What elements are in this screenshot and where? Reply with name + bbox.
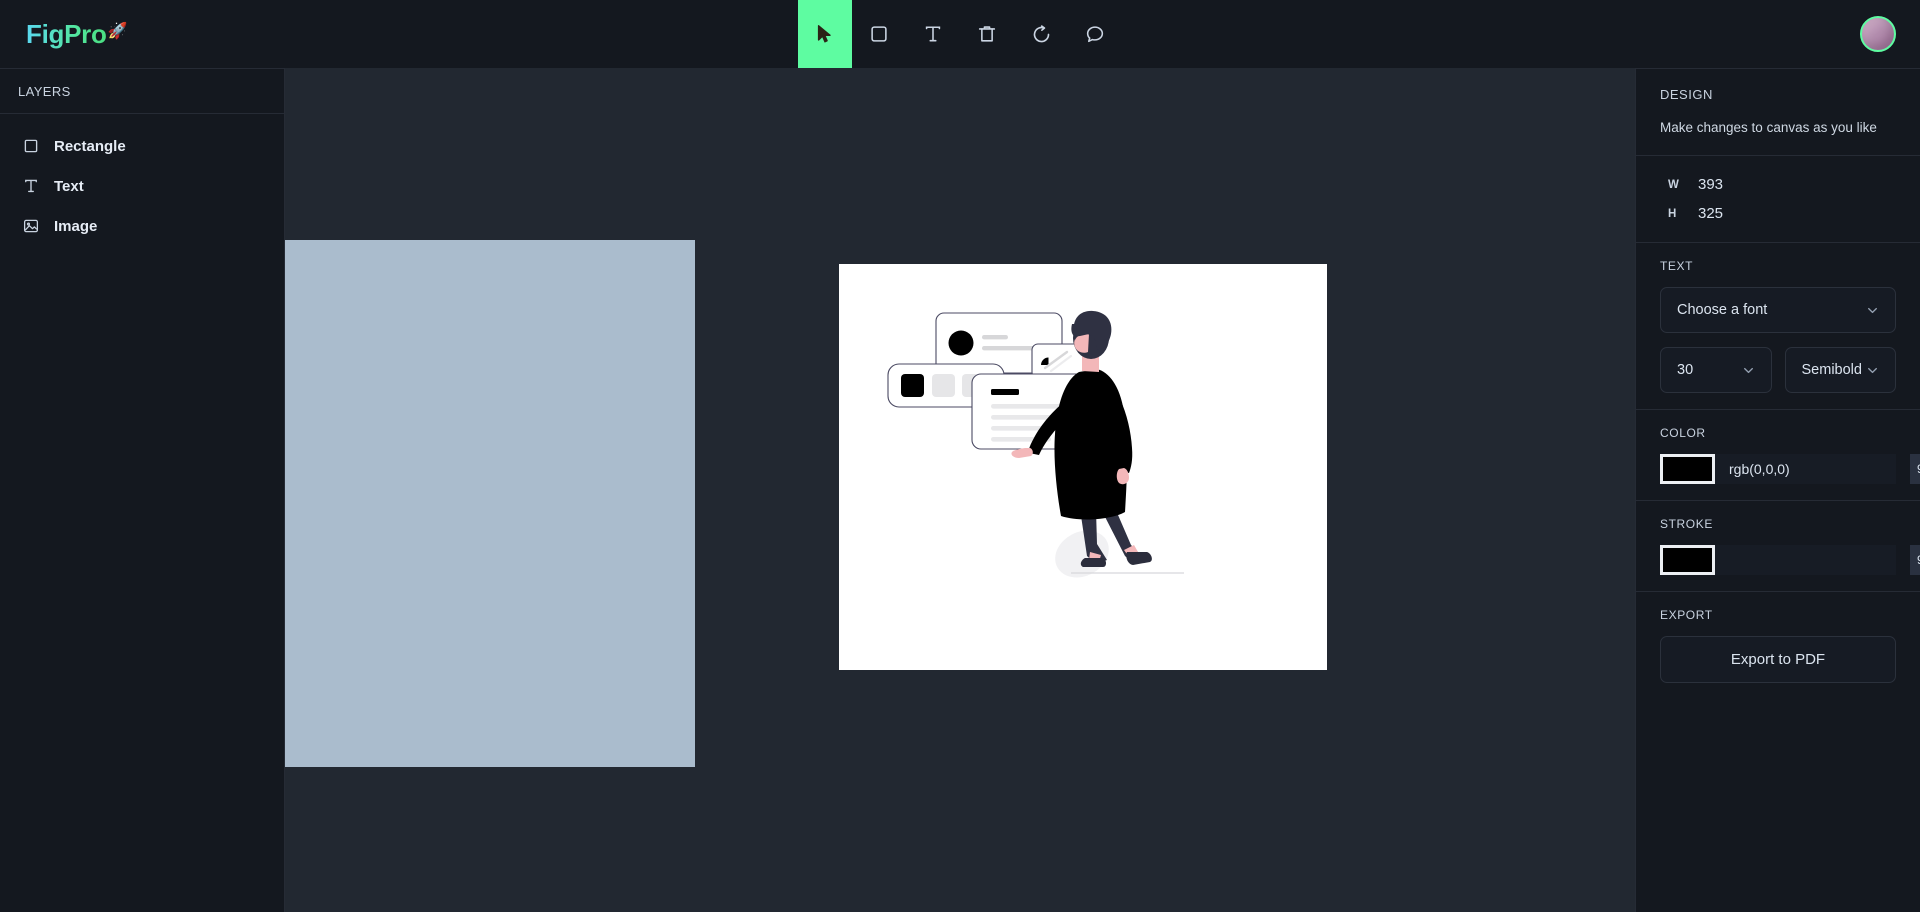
trash-icon (976, 23, 998, 45)
stroke-opacity-badge: 90% (1910, 545, 1920, 575)
illustration-designer (839, 264, 1327, 670)
sidebar-item-text[interactable]: Text (0, 166, 284, 206)
font-weight-value: Semibold (1801, 362, 1862, 378)
stroke-picker-row: 90% (1660, 545, 1920, 575)
sidebar-item-label: Text (54, 177, 84, 195)
height-label: H (1668, 207, 1677, 220)
navbar: FigPro 🚀 (0, 0, 1920, 68)
stroke-value-input[interactable] (1715, 545, 1910, 575)
text-icon (22, 177, 40, 195)
figpro-app: FigPro 🚀 LAYERS Rectangle Text Image DES… (0, 0, 1920, 912)
design-panel-subtitle: Make changes to canvas as you like (1660, 120, 1877, 135)
text-tool[interactable] (906, 0, 960, 68)
toolbar (798, 0, 1122, 68)
text-section-label: TEXT (1660, 259, 1694, 273)
color-picker-row: 90% (1660, 454, 1920, 484)
dimensions-section: W H (1636, 156, 1920, 243)
rocket-icon: 🚀 (107, 22, 128, 40)
width-input[interactable] (1698, 176, 1838, 193)
stroke-swatch[interactable] (1660, 545, 1715, 575)
rectangle-tool[interactable] (852, 0, 906, 68)
square-icon (868, 23, 890, 45)
layers-list: Rectangle Text Image (0, 114, 284, 246)
font-size-weight-row: 30 Semibold (1660, 347, 1896, 393)
sidebar-item-label: Rectangle (54, 137, 126, 155)
color-swatch[interactable] (1660, 454, 1715, 484)
sidebar-item-rectangle[interactable]: Rectangle (0, 126, 284, 166)
font-family-value: Choose a font (1677, 302, 1768, 318)
app-logo-text: FigPro (26, 18, 107, 49)
app-logo[interactable]: FigPro 🚀 (26, 19, 127, 50)
text-icon (922, 23, 944, 45)
sidebar-item-image[interactable]: Image (0, 206, 284, 246)
workspace: LAYERS Rectangle Text Image DESIGN Make … (0, 68, 1920, 912)
square-icon (22, 137, 40, 155)
color-opacity-badge: 90% (1910, 454, 1920, 484)
text-section: TEXT Choose a font 30 Semibold (1636, 243, 1920, 410)
color-section-label: COLOR (1660, 426, 1706, 440)
canvas-shape-rectangle[interactable] (285, 240, 695, 767)
height-input[interactable] (1698, 205, 1838, 222)
reset-tool[interactable] (1014, 0, 1068, 68)
design-panel-title: DESIGN (1660, 87, 1713, 102)
chevron-down-icon (1742, 364, 1755, 377)
sidebar-item-label: Image (54, 217, 98, 235)
image-icon (22, 217, 40, 235)
layers-panel-title: LAYERS (18, 83, 71, 99)
design-panel: DESIGN Make changes to canvas as you lik… (1635, 68, 1920, 912)
font-size-select[interactable]: 30 (1660, 347, 1772, 393)
font-weight-select[interactable]: Semibold (1784, 347, 1896, 393)
color-section: COLOR 90% (1636, 410, 1920, 501)
design-canvas[interactable] (285, 68, 1635, 912)
font-size-value: 30 (1677, 362, 1694, 378)
reset-icon (1030, 23, 1053, 46)
export-to-pdf-button[interactable]: Export to PDF (1660, 636, 1896, 683)
chevron-down-icon (1866, 304, 1879, 317)
export-section-label: EXPORT (1660, 608, 1713, 622)
cursor-icon (814, 23, 836, 45)
layers-panel: LAYERS Rectangle Text Image (0, 68, 285, 912)
stroke-section: STROKE 90% (1636, 501, 1920, 592)
font-family-select[interactable]: Choose a font (1660, 287, 1896, 333)
canvas-shape-image[interactable] (839, 264, 1327, 670)
user-avatar[interactable] (1860, 16, 1896, 52)
stroke-section-label: STROKE (1660, 517, 1713, 531)
delete-tool[interactable] (960, 0, 1014, 68)
select-tool[interactable] (798, 0, 852, 68)
export-section: EXPORT Export to PDF (1636, 592, 1920, 699)
color-value-input[interactable] (1715, 454, 1910, 484)
design-panel-header: DESIGN Make changes to canvas as you lik… (1636, 69, 1920, 156)
comment-tool[interactable] (1068, 0, 1122, 68)
layers-panel-header: LAYERS (0, 68, 284, 114)
width-row: W (1660, 170, 1896, 199)
height-row: H (1660, 199, 1896, 228)
chevron-down-icon (1866, 364, 1879, 377)
width-label: W (1668, 178, 1679, 191)
comment-icon (1084, 23, 1106, 45)
